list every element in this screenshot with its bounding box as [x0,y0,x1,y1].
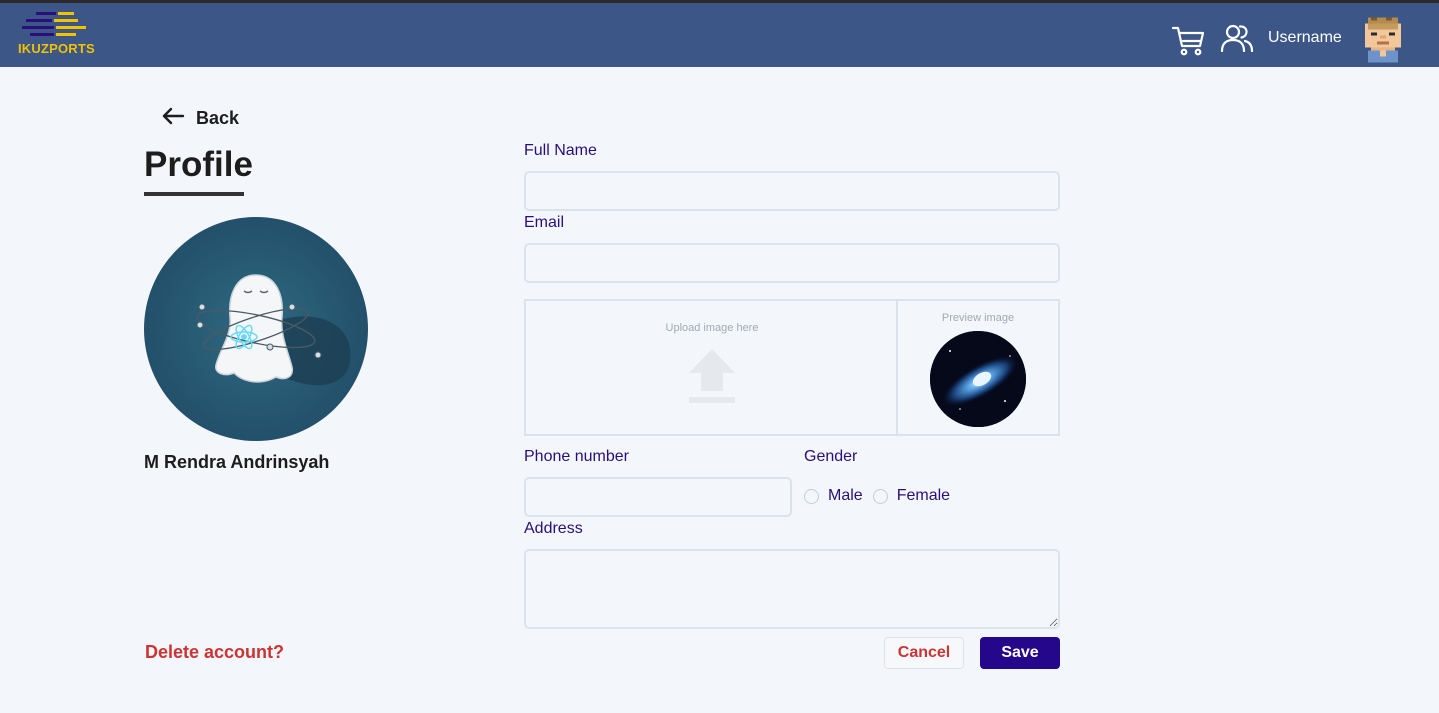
profile-name: M Rendra Andrinsyah [144,452,330,472]
back-button[interactable]: Back [160,104,239,132]
gender-label: Gender [804,448,858,465]
logo-text: IKUZPORTS [18,41,95,56]
preview-text: Preview image [941,312,1015,324]
image-preview-panel: Preview image [896,299,1060,436]
user-avatar[interactable] [1362,17,1404,63]
upload-icon [687,347,737,410]
email-label: Email [524,214,565,231]
address-textarea[interactable] [524,549,1060,629]
delete-account-link[interactable]: Delete account? [145,642,284,663]
username-label[interactable]: Username [1268,29,1342,47]
app-logo[interactable]: IKUZPORTS [16,11,106,63]
title-underline [144,192,244,196]
preview-image [930,331,1026,427]
gender-male-radio[interactable] [804,488,819,504]
logo-mark-icon [22,12,86,36]
save-button[interactable]: Save [980,637,1060,669]
phone-input[interactable] [524,477,792,517]
users-icon[interactable] [1219,20,1255,56]
gender-male-label[interactable]: Male [828,487,863,505]
arrow-left-icon [160,106,186,131]
gender-female-label[interactable]: Female [897,487,950,505]
gender-female-radio[interactable] [872,488,888,504]
full-name-input[interactable] [524,171,1060,211]
cancel-button[interactable]: Cancel [884,637,964,669]
gender-radio-group: Male Female [804,487,960,505]
back-label: Back [196,107,240,128]
profile-picture [144,217,368,441]
full-name-label: Full Name [524,142,597,159]
phone-label: Phone number [524,448,629,465]
email-input[interactable] [524,243,1060,283]
cart-icon[interactable] [1170,22,1206,58]
image-upload-dropzone[interactable]: Upload image here [524,299,898,436]
page-title: Profile [144,145,253,184]
address-label: Address [524,520,583,537]
upload-text: Upload image here [665,322,759,334]
top-navbar: IKUZPORTS Username [0,0,1439,67]
